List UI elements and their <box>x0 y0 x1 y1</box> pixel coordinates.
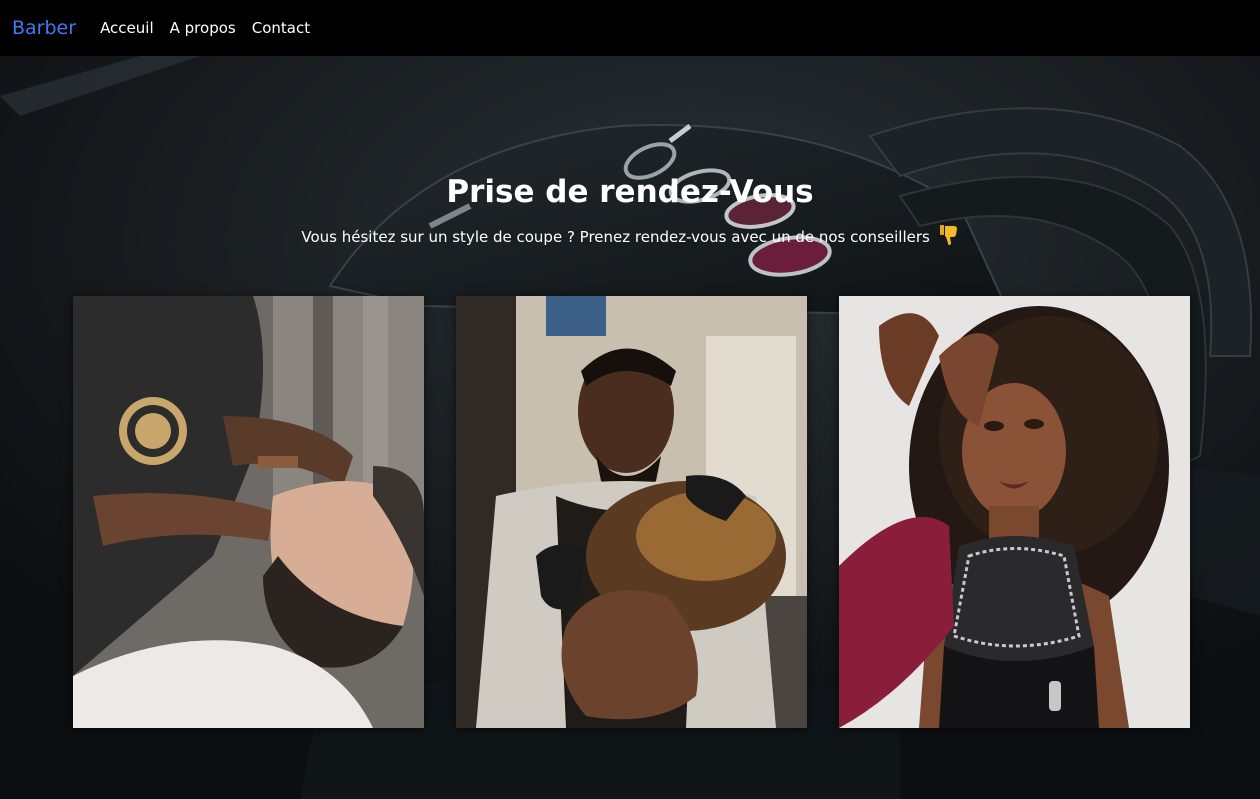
hero-subtitle-text: Vous hésitez sur un style de coupe ? Pre… <box>301 228 930 246</box>
gallery-image-haircut[interactable] <box>456 296 807 728</box>
hero-subtitle: Vous hésitez sur un style de coupe ? Pre… <box>0 224 1260 250</box>
nav-link-acceuil[interactable]: Acceuil <box>100 19 154 37</box>
barber-beard-trim-photo <box>73 296 424 728</box>
brand-link[interactable]: Barber <box>12 17 76 39</box>
nav-link-contact[interactable]: Contact <box>252 19 310 37</box>
hero-title: Prise de rendez-Vous <box>446 174 814 210</box>
nav-link-a-propos[interactable]: A propos <box>170 19 236 37</box>
hero-section: Prise de rendez-Vous Vous hésitez sur un… <box>0 56 1260 799</box>
woman-hair-styling-photo <box>839 296 1190 728</box>
barber-haircut-photo <box>456 296 807 728</box>
navbar: Barber Acceuil A propos Contact <box>0 0 1260 56</box>
gallery-image-hair-styling[interactable] <box>839 296 1190 728</box>
nav-links: Acceuil A propos Contact <box>84 19 310 37</box>
thumbs-down-icon <box>939 224 959 250</box>
gallery-image-beard-trim[interactable] <box>73 296 424 728</box>
